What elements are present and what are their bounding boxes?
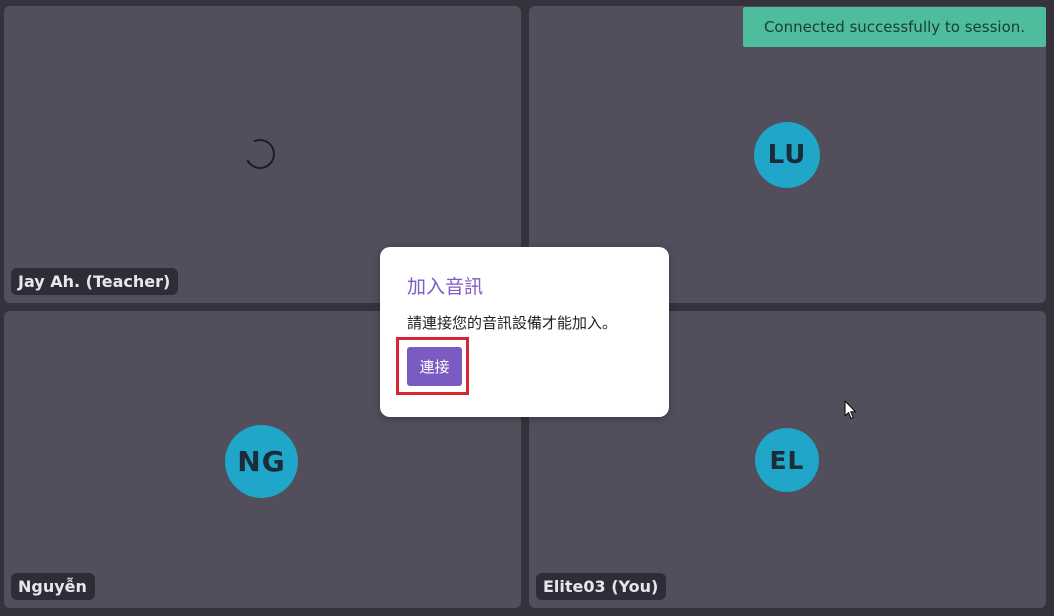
join-audio-dialog: 加入音訊 請連接您的音訊設備才能加入。 連接 [380,247,669,417]
participant-avatar: LU [754,122,820,188]
video-session-stage: Jay Ah. (Teacher) LU NG Nguyễn EL Elite0… [0,0,1054,616]
participant-name-tag: Jay Ah. (Teacher) [11,268,179,295]
participant-avatar: EL [755,428,819,492]
connection-success-toast: Connected successfully to session. [743,7,1046,47]
participant-avatar: NG [225,425,298,498]
participant-name-tag: Elite03 (You) [536,573,667,600]
connect-audio-button[interactable]: 連接 [407,347,462,386]
loading-spinner-icon [240,134,280,174]
participant-name-tag: Nguyễn [11,573,95,600]
dialog-message: 請連接您的音訊設備才能加入。 [407,314,618,332]
mouse-pointer-icon [844,400,857,420]
dialog-title: 加入音訊 [407,276,484,298]
